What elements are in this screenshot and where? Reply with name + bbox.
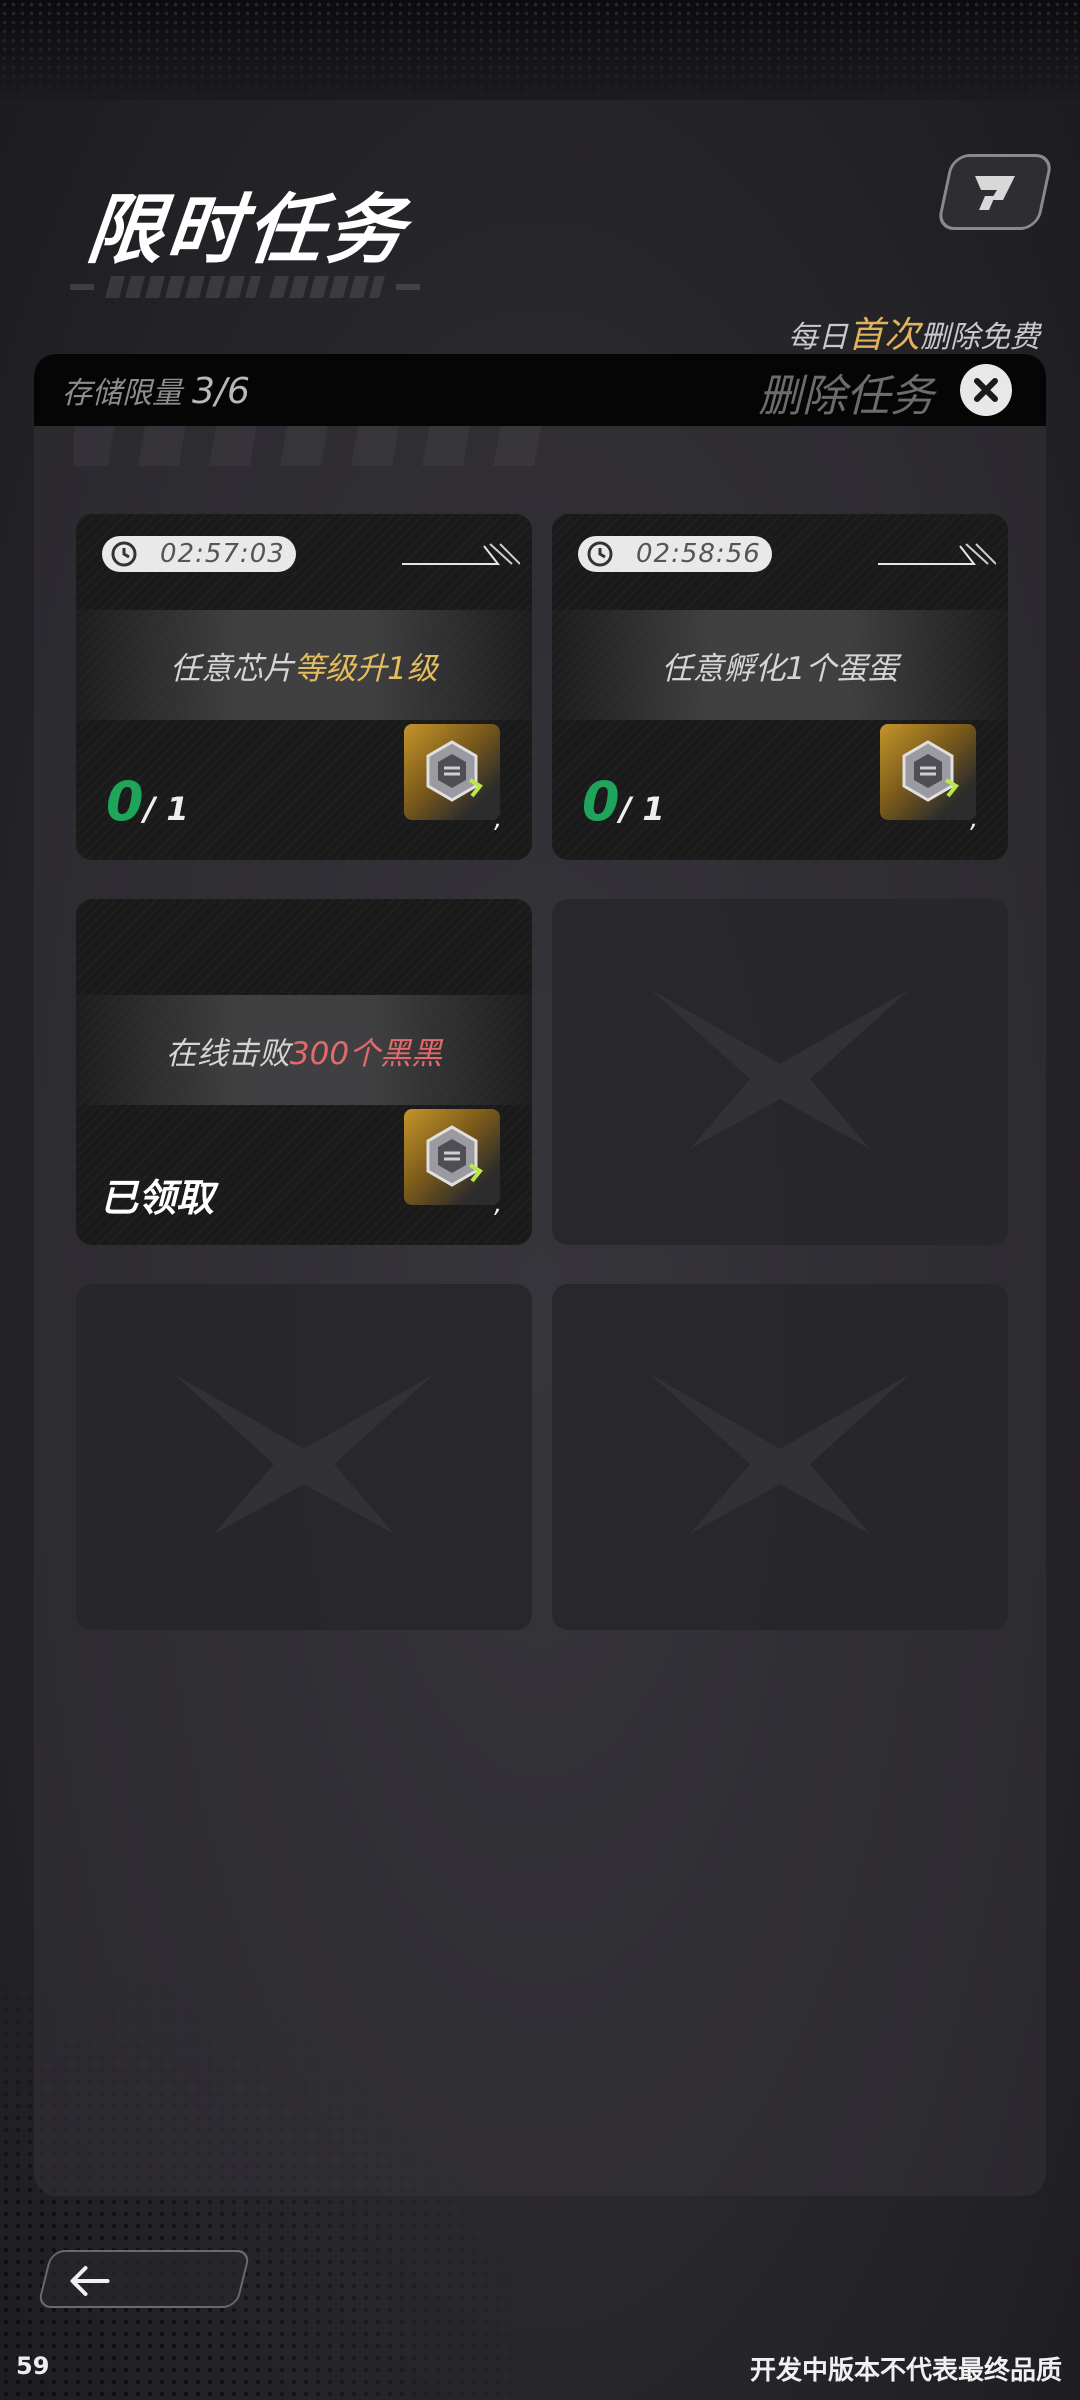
clock-icon: [587, 541, 613, 567]
panel-watermark: [74, 426, 554, 466]
storage-limit: 存储限量 3/6: [62, 368, 250, 412]
task-description: 任意芯片 等级升1级: [76, 610, 532, 720]
page-title: 限时任务: [82, 185, 412, 274]
timer-text: 02:57:03: [160, 539, 285, 569]
chip-reward-icon[interactable]: [404, 724, 500, 820]
empty-task-slot: [552, 1284, 1008, 1630]
clock-icon: [111, 541, 137, 567]
task-timer: 02:58:56: [578, 536, 772, 572]
task-description: 任意孵化 1个蛋蛋: [552, 610, 1008, 720]
chip-reward-icon[interactable]: [404, 1109, 500, 1205]
reward-count: ,: [494, 1189, 503, 1219]
storage-label: 存储限量: [62, 376, 182, 411]
empty-slot-logo-icon: [650, 1374, 910, 1534]
chip-reward-icon[interactable]: [880, 724, 976, 820]
task-card[interactable]: 在线击败 300个黑黑 已领取 ,: [76, 899, 532, 1245]
timer-text: 02:58:56: [636, 539, 761, 569]
task-panel: 存储限量 3/6 删除任务 02:57:03 任意芯片 等级升1级 0/ 1 ,…: [34, 354, 1046, 2196]
task-timer: 02:57:03: [102, 536, 296, 572]
task-description: 在线击败 300个黑黑: [76, 995, 532, 1105]
task-progress: 0/ 1: [582, 770, 665, 833]
close-icon: [974, 378, 998, 402]
daily-delete-note: 每日首次删除免费: [787, 315, 1040, 356]
page-number: 59: [16, 2352, 50, 2380]
card-stripe-decoration: [878, 543, 996, 565]
reward-count: ,: [970, 804, 979, 834]
title-decoration: [70, 272, 460, 302]
arrow-left-icon: [70, 2266, 110, 2296]
top-pattern-band: [0, 0, 1080, 100]
storage-value: 3/6: [192, 371, 250, 412]
delete-task-label[interactable]: 删除任务: [758, 360, 934, 424]
task-card[interactable]: 02:57:03 任意芯片 等级升1级 0/ 1 ,: [76, 514, 532, 860]
task-card[interactable]: 02:58:56 任意孵化 1个蛋蛋 0/ 1 ,: [552, 514, 1008, 860]
empty-task-slot: [76, 1284, 532, 1630]
brand-icon: [975, 176, 1015, 210]
back-button[interactable]: [36, 2250, 252, 2308]
empty-task-slot: [552, 899, 1008, 1245]
reward-count: ,: [494, 804, 503, 834]
claimed-status: 已领取: [100, 1176, 215, 1220]
empty-slot-logo-icon: [650, 989, 910, 1149]
empty-slot-logo-icon: [174, 1374, 434, 1534]
card-stripe-decoration: [402, 543, 520, 565]
panel-header: 存储限量 3/6 删除任务: [34, 354, 1046, 426]
mission-logo-button[interactable]: [935, 154, 1055, 230]
delete-task-button[interactable]: [960, 364, 1012, 416]
task-progress: 0/ 1: [106, 770, 189, 833]
build-disclaimer: 开发中版本不代表最终品质: [749, 2356, 1062, 2386]
